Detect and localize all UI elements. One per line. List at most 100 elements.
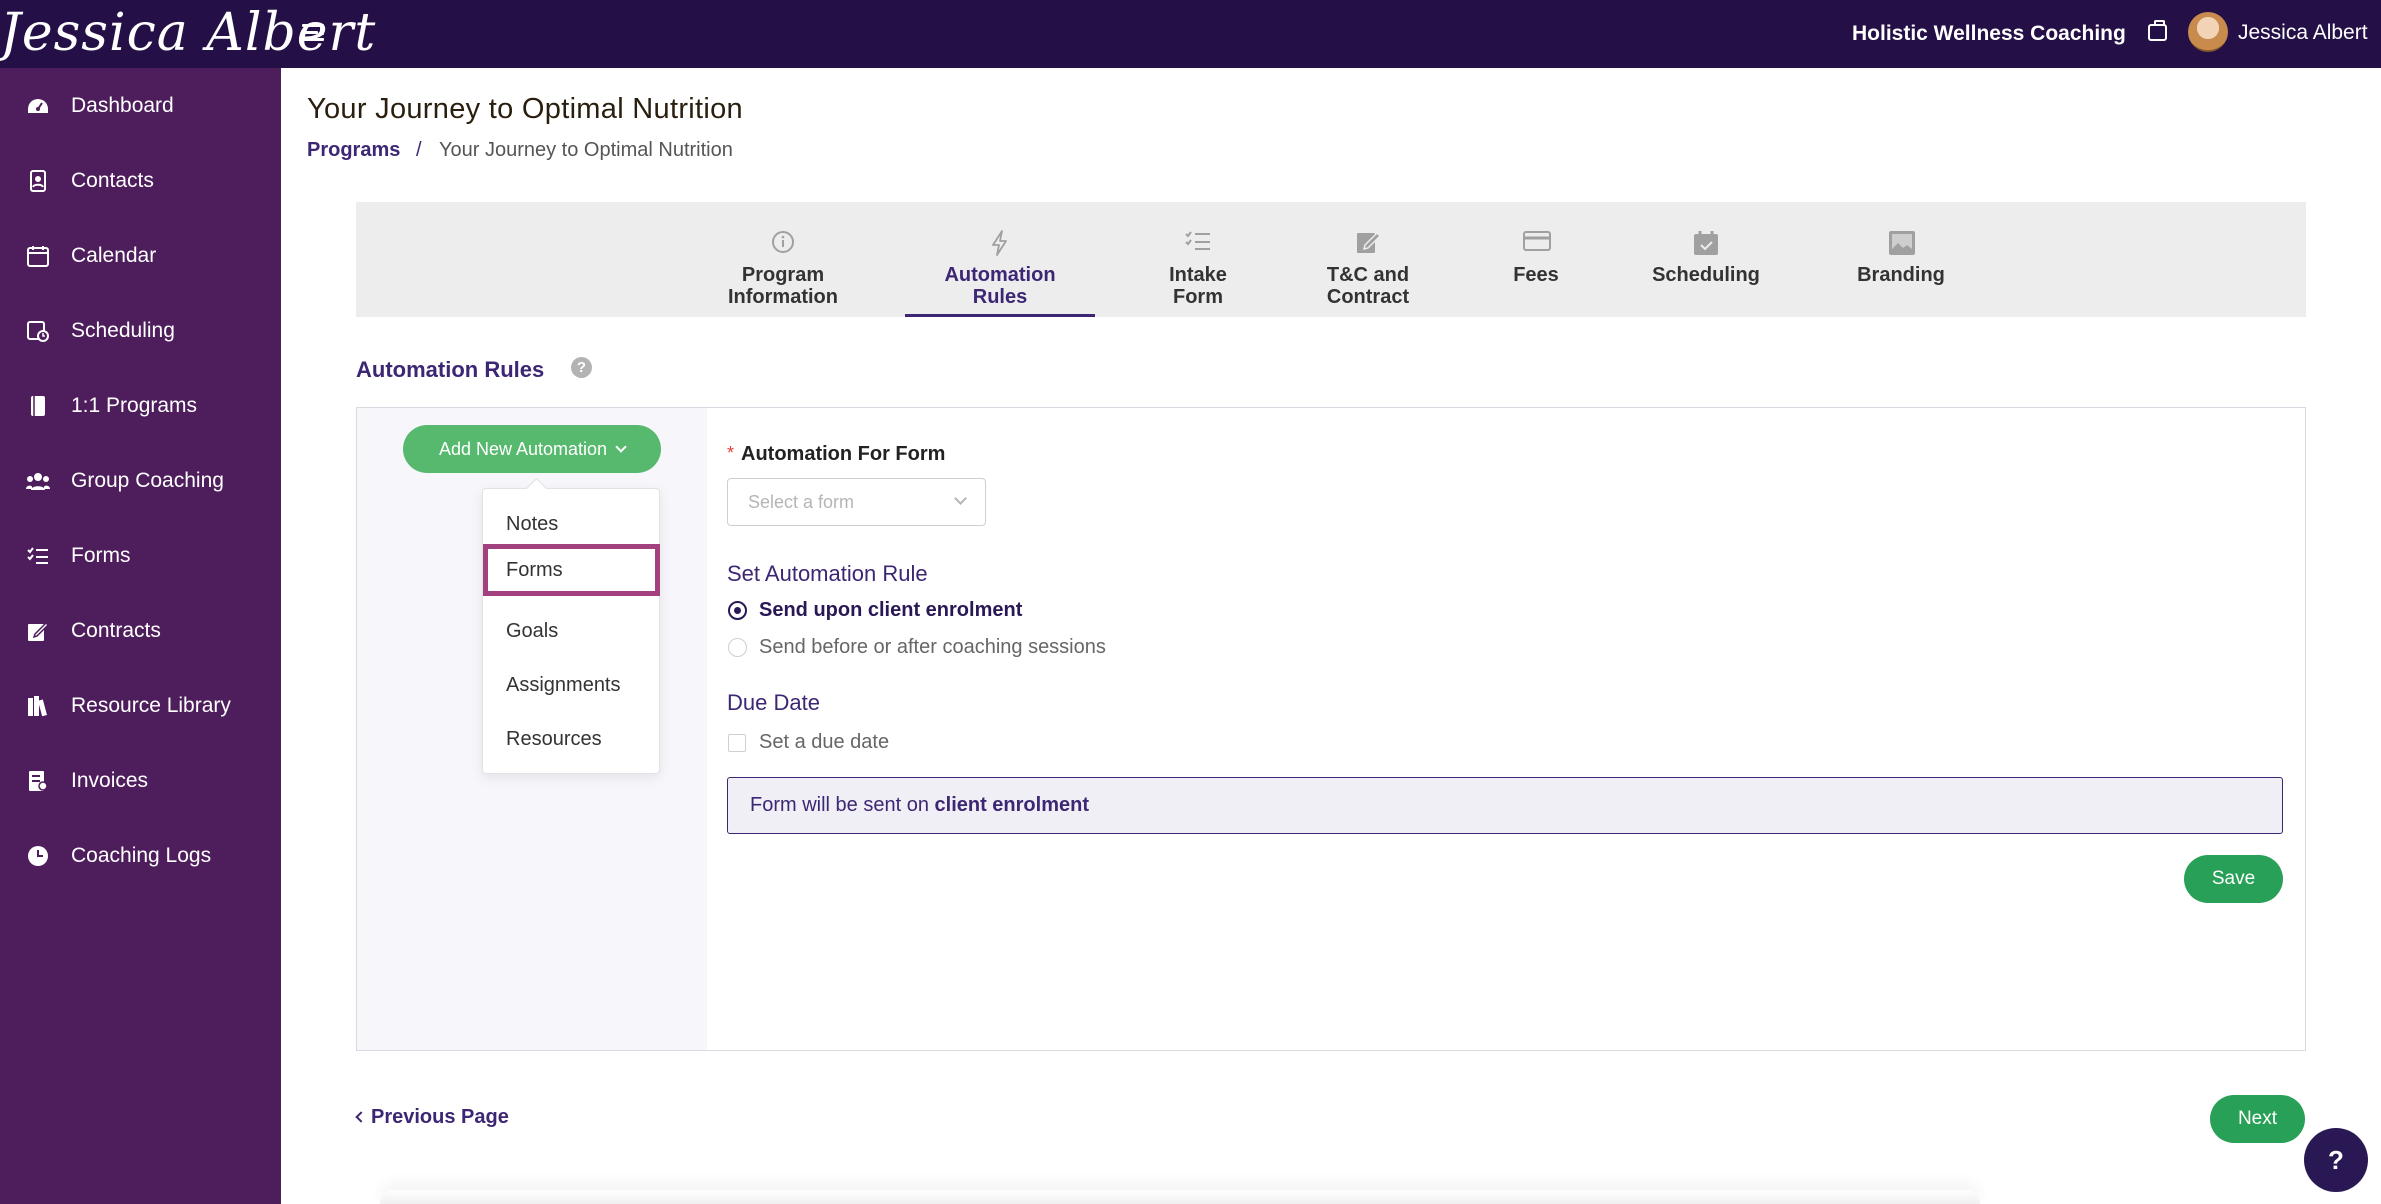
tab-automation-rules[interactable]: Automation Rules (905, 202, 1095, 317)
section-title: Automation Rules (356, 357, 545, 382)
image-icon (1888, 230, 1915, 255)
dropdown-item-assignments[interactable]: Assignments (483, 659, 661, 711)
sidebar-item-label: Contacts (71, 169, 154, 192)
book-icon (26, 394, 50, 418)
bottom-sheet-edge (380, 1190, 1980, 1204)
invoice-icon (26, 769, 50, 793)
sidebar-item-label: Group Coaching (71, 469, 224, 492)
sidebar-item-label: 1:1 Programs (71, 394, 198, 417)
tab-label-line2: Contract (1326, 286, 1410, 308)
contacts-icon (26, 169, 50, 193)
sidebar-item-label: Forms (71, 544, 131, 567)
radio-send-upon-enrolment-label[interactable]: Send upon client enrolment (759, 599, 1022, 622)
automation-type-dropdown: Notes Forms Goals Assignments Resources (482, 488, 660, 774)
add-new-automation-button[interactable]: Add New Automation (403, 425, 661, 473)
set-automation-rule-heading: Set Automation Rule (727, 561, 928, 586)
radio-send-upon-enrolment[interactable] (728, 601, 747, 620)
sidebar-item-resource-library[interactable]: Resource Library (0, 676, 281, 736)
dropdown-item-goals[interactable]: Goals (483, 605, 661, 657)
sidebar-item-scheduling[interactable]: Scheduling (0, 301, 281, 361)
tab-label-line2: Rules (972, 286, 1028, 308)
previous-page-link[interactable]: Previous Page (355, 1106, 509, 1129)
sidebar-item-contracts[interactable]: Contracts (0, 601, 281, 661)
briefcase-icon[interactable] (2148, 20, 2167, 41)
tab-program-information[interactable]: Program Information (708, 202, 858, 317)
summary-trigger: client enrolment (934, 794, 1089, 816)
chevron-down-icon (615, 441, 627, 453)
set-due-date-checkbox[interactable] (728, 734, 746, 752)
scheduling-icon (26, 319, 50, 343)
sidebar-item-contacts[interactable]: Contacts (0, 151, 281, 211)
tab-branding[interactable]: Branding (1826, 202, 1976, 317)
checklist-icon (26, 544, 50, 568)
sidebar-item-label: Resource Library (71, 694, 231, 717)
signature-icon (1355, 230, 1382, 254)
dropdown-item-notes[interactable]: Notes (483, 498, 661, 550)
chevron-down-icon (954, 492, 967, 505)
tab-label-line1: Intake (1169, 264, 1227, 286)
next-button[interactable]: Next (2210, 1095, 2305, 1143)
tab-intake-form[interactable]: Intake Form (1133, 202, 1263, 317)
breadcrumb-current: Your Journey to Optimal Nutrition (439, 139, 733, 161)
avatar[interactable] (2188, 12, 2228, 52)
chevron-left-icon (355, 1111, 367, 1123)
radio-send-before-after-sessions[interactable] (728, 638, 747, 657)
calendar-icon (26, 244, 50, 268)
tab-tc-and-contract[interactable]: T&C and Contract (1288, 202, 1448, 317)
help-icon[interactable]: ? (571, 357, 592, 378)
automation-panel: Add New Automation Notes Forms Goals Ass… (356, 407, 2306, 1051)
tab-scheduling[interactable]: Scheduling (1621, 202, 1791, 317)
form-select[interactable]: Select a form (727, 478, 986, 526)
sidebar-item-label: Contracts (71, 619, 161, 642)
tab-label-line1: Scheduling (1652, 264, 1760, 286)
breadcrumb-programs-link[interactable]: Programs (307, 139, 400, 162)
tab-label-line1: Program (741, 264, 825, 286)
summary-prefix: Form will be sent on (750, 794, 935, 816)
sidebar-item-invoices[interactable]: Invoices (0, 751, 281, 811)
add-new-automation-label: Add New Automation (438, 438, 608, 459)
sidebar-item-label: Coaching Logs (71, 844, 212, 867)
radio-send-before-after-sessions-label[interactable]: Send before or after coaching sessions (759, 636, 1106, 659)
due-date-heading: Due Date (727, 690, 820, 715)
page-title: Your Journey to Optimal Nutrition (307, 93, 743, 125)
sidebar-item-calendar[interactable]: Calendar (0, 226, 281, 286)
tab-fees[interactable]: Fees (1486, 202, 1586, 317)
dashboard-icon (26, 94, 50, 118)
sidebar-item-label: Invoices (71, 769, 149, 792)
required-marker: * (727, 443, 735, 463)
menu-toggle-icon[interactable] (302, 22, 326, 46)
card-icon (1523, 230, 1551, 254)
tab-label-line2: Form (1173, 286, 1223, 308)
org-name[interactable]: Holistic Wellness Coaching (1852, 22, 2126, 46)
sidebar-item-forms[interactable]: Forms (0, 526, 281, 586)
library-icon (26, 694, 50, 718)
previous-page-label: Previous Page (371, 1106, 509, 1128)
signature-icon (26, 619, 50, 643)
step-tabs: Program Information Automation Rules Intak… (356, 202, 2306, 317)
top-bar: Jessica Albert Holistic Wellness Coachin… (0, 0, 2381, 68)
dropdown-item-resources[interactable]: Resources (483, 713, 661, 765)
automation-for-form-label: Automation For Form (741, 443, 946, 465)
user-name[interactable]: Jessica Albert (2238, 21, 2368, 45)
sidebar-item-group-coaching[interactable]: Group Coaching (0, 451, 281, 511)
clock-icon (26, 844, 50, 868)
tab-label-line1: Automation (944, 264, 1056, 286)
dropdown-item-forms[interactable]: Forms (483, 544, 660, 596)
sidebar-item-label: Dashboard (71, 94, 174, 117)
tab-label-line1: Branding (1857, 264, 1945, 286)
automation-list-pane: Add New Automation Notes Forms Goals Ass… (357, 408, 707, 1050)
breadcrumb-separator: / (416, 139, 422, 161)
group-icon (26, 469, 50, 493)
automation-summary: Form will be sent on client enrolment (727, 777, 2283, 834)
calendar-check-icon (1693, 230, 1719, 255)
tab-label-line1: Fees (1513, 264, 1559, 286)
lightning-icon (987, 230, 1013, 256)
checklist-icon (1185, 230, 1211, 254)
set-due-date-label[interactable]: Set a due date (759, 731, 889, 754)
sidebar-item-programs[interactable]: 1:1 Programs (0, 376, 281, 436)
sidebar-item-dashboard[interactable]: Dashboard (0, 76, 281, 136)
sidebar-item-coaching-logs[interactable]: Coaching Logs (0, 826, 281, 886)
sidebar-item-label: Calendar (71, 244, 157, 267)
save-button[interactable]: Save (2184, 855, 2283, 903)
help-fab-button[interactable]: ? (2304, 1128, 2368, 1192)
